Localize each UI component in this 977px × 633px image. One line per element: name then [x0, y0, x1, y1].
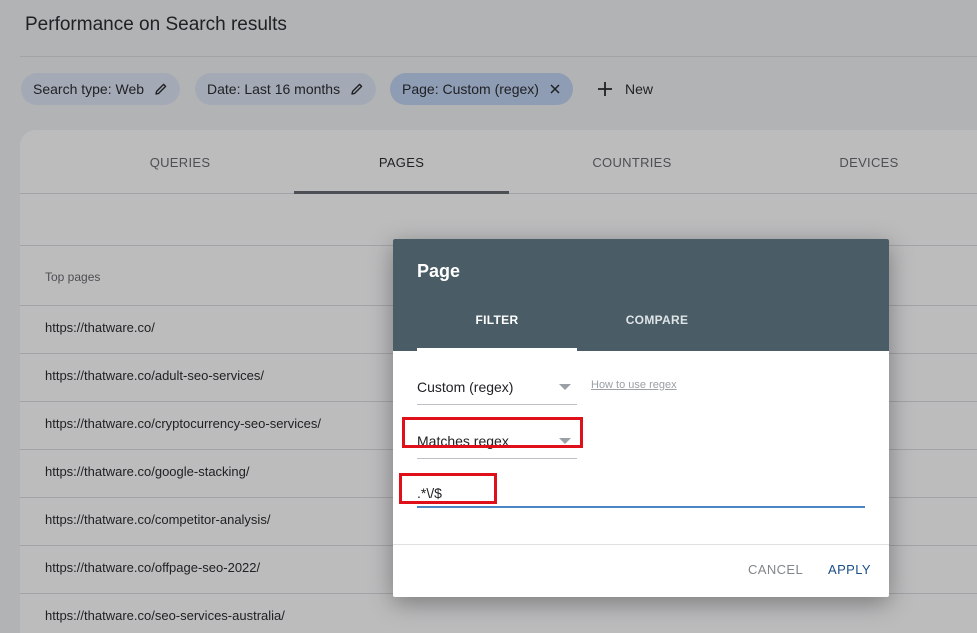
dialog-title: Page [417, 261, 461, 281]
dialog-footer-divider [393, 544, 889, 545]
filter-type-select[interactable]: Custom (regex) [417, 369, 577, 405]
cancel-button[interactable]: CANCEL [748, 562, 803, 577]
tab-filter[interactable]: FILTER [417, 313, 577, 327]
active-tab-underline [417, 348, 577, 351]
dialog-header: Page FILTER COMPARE [393, 239, 889, 351]
tab-compare[interactable]: COMPARE [577, 313, 737, 327]
annotation-highlight-box [402, 417, 583, 448]
how-to-use-regex-link[interactable]: How to use regex [591, 379, 677, 391]
apply-button[interactable]: APPLY [828, 562, 871, 577]
filter-type-value: Custom (regex) [417, 379, 514, 395]
annotation-highlight-box [399, 473, 497, 504]
dropdown-caret-icon [559, 384, 571, 390]
